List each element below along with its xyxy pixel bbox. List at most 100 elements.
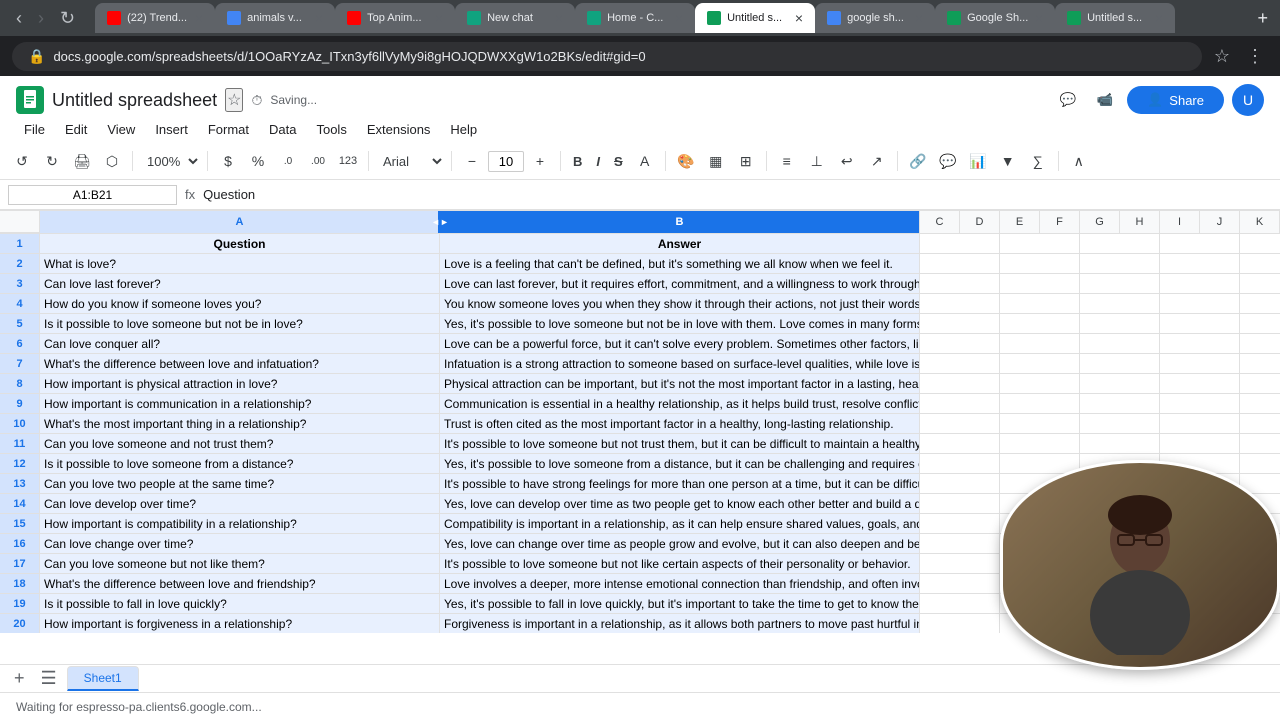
cell-b[interactable]: Love is a feeling that can't be defined,…	[440, 254, 920, 273]
cell-b[interactable]: Compatibility is important in a relation…	[440, 514, 920, 533]
cell-col-g[interactable]	[1240, 454, 1280, 473]
cell-a[interactable]: Can you love someone but not like them?	[40, 554, 440, 573]
cell-a[interactable]: Is it possible to love someone from a di…	[40, 454, 440, 473]
cell-col-g[interactable]	[1240, 294, 1280, 313]
cell-b[interactable]: Yes, love can change over time as people…	[440, 534, 920, 553]
history-button[interactable]: ⏱	[251, 92, 262, 109]
browser-menu-button[interactable]: ⋮	[1242, 42, 1268, 71]
sheet-menu-button[interactable]: ☰	[35, 666, 63, 691]
tab-5[interactable]: Home - C... ×	[575, 3, 695, 33]
menu-insert[interactable]: Insert	[147, 118, 196, 141]
highlight-color-button[interactable]: 🎨	[672, 147, 700, 175]
cell-col-c[interactable]	[920, 614, 1000, 633]
col-header-g[interactable]: G	[1080, 211, 1120, 233]
refresh-button[interactable]: ↻	[56, 6, 79, 31]
back-button[interactable]: ‹	[12, 6, 26, 31]
tab-3-close[interactable]: ×	[435, 10, 443, 26]
cell-a[interactable]: How do you know if someone loves you?	[40, 294, 440, 313]
user-avatar[interactable]: U	[1232, 84, 1264, 116]
sheet-tab-1[interactable]: Sheet1	[67, 666, 139, 691]
cell-col-g[interactable]	[1240, 314, 1280, 333]
cell-col-f[interactable]	[1160, 334, 1240, 353]
row-number[interactable]: 15	[0, 514, 40, 533]
cell-col-e[interactable]	[1080, 414, 1160, 433]
chart-button[interactable]: 📊	[964, 147, 992, 175]
bookmarks-button[interactable]: ☆	[1210, 42, 1234, 71]
cell-col-f[interactable]	[1160, 434, 1240, 453]
font-size-input[interactable]	[488, 151, 524, 172]
row-number[interactable]: 14	[0, 494, 40, 513]
redo-button[interactable]: ↻	[38, 147, 66, 175]
cell-col-e[interactable]	[1080, 334, 1160, 353]
col-header-j[interactable]: J	[1200, 211, 1240, 233]
tab-3[interactable]: Top Anim... ×	[335, 3, 455, 33]
row-number[interactable]: 20	[0, 614, 40, 633]
col-header-c[interactable]: C	[920, 211, 960, 233]
cell-b[interactable]: It's possible to love someone but not tr…	[440, 434, 920, 453]
cell-col-d[interactable]	[1000, 274, 1080, 293]
valign-button[interactable]: ⊥	[803, 147, 831, 175]
functions-button[interactable]: ∑	[1024, 147, 1052, 175]
tab-4[interactable]: New chat ×	[455, 3, 575, 33]
bold-button[interactable]: B	[567, 152, 588, 171]
tab-6[interactable]: Untitled s... ×	[695, 3, 815, 33]
cell-col-d[interactable]	[1000, 434, 1080, 453]
video-button[interactable]: 📹	[1091, 86, 1120, 114]
cell-col-f[interactable]	[1160, 374, 1240, 393]
borders-button[interactable]: ▦	[702, 147, 730, 175]
tab-1[interactable]: (22) Trend... ×	[95, 3, 215, 33]
format-increase-decimal-button[interactable]: .00	[304, 147, 332, 175]
zoom-selector[interactable]: 100%	[139, 151, 201, 172]
cell-col-c[interactable]	[920, 534, 1000, 553]
cell-col-c[interactable]	[920, 334, 1000, 353]
cell-col-c[interactable]	[920, 434, 1000, 453]
tab-2[interactable]: animals v... ×	[215, 3, 335, 33]
menu-file[interactable]: File	[16, 118, 53, 141]
cell-col-f[interactable]	[1160, 234, 1240, 253]
cell-col-d[interactable]	[1000, 314, 1080, 333]
menu-data[interactable]: Data	[261, 118, 304, 141]
align-button[interactable]: ≡	[773, 147, 801, 175]
cell-col-e[interactable]	[1080, 434, 1160, 453]
cell-col-c[interactable]	[920, 574, 1000, 593]
cell-col-f[interactable]	[1160, 274, 1240, 293]
menu-format[interactable]: Format	[200, 118, 257, 141]
cell-col-d[interactable]	[1000, 354, 1080, 373]
cell-col-d[interactable]	[1000, 454, 1080, 473]
tab-6-close[interactable]: ×	[795, 10, 803, 26]
cell-col-e[interactable]	[1080, 274, 1160, 293]
cell-a[interactable]: How important is physical attraction in …	[40, 374, 440, 393]
row-number[interactable]: 3	[0, 274, 40, 293]
new-tab-button[interactable]: +	[1253, 4, 1272, 33]
cell-col-f[interactable]	[1160, 354, 1240, 373]
column-a-header[interactable]: Question	[40, 234, 440, 253]
cell-b[interactable]: Love can last forever, but it requires e…	[440, 274, 920, 293]
row-number[interactable]: 2	[0, 254, 40, 273]
col-header-e[interactable]: E	[1000, 211, 1040, 233]
cell-b[interactable]: Love involves a deeper, more intense emo…	[440, 574, 920, 593]
row-number[interactable]: 13	[0, 474, 40, 493]
cell-col-e[interactable]	[1080, 294, 1160, 313]
row-number[interactable]: 10	[0, 414, 40, 433]
format-123-button[interactable]: 123	[334, 147, 362, 175]
cell-reference-input[interactable]	[8, 185, 177, 205]
cell-col-d[interactable]	[1000, 334, 1080, 353]
tab-7[interactable]: google sh... ×	[815, 3, 935, 33]
cell-col-g[interactable]	[1240, 354, 1280, 373]
cell-b[interactable]: Love can be a powerful force, but it can…	[440, 334, 920, 353]
menu-edit[interactable]: Edit	[57, 118, 95, 141]
text-wrap-button[interactable]: ↩	[833, 147, 861, 175]
row-number[interactable]: 16	[0, 534, 40, 553]
undo-button[interactable]: ↺	[8, 147, 36, 175]
col-header-b[interactable]: B ◄►	[440, 211, 920, 233]
filter-button[interactable]: ▼	[994, 147, 1022, 175]
cell-a[interactable]: Can you love someone and not trust them?	[40, 434, 440, 453]
format-decrease-decimal-button[interactable]: .0	[274, 147, 302, 175]
print-button[interactable]: 🖨	[68, 147, 96, 175]
cell-col-c[interactable]	[920, 314, 1000, 333]
cell-a[interactable]: Is it possible to fall in love quickly?	[40, 594, 440, 613]
menu-tools[interactable]: Tools	[308, 118, 354, 141]
cell-col-f[interactable]	[1160, 394, 1240, 413]
menu-view[interactable]: View	[99, 118, 143, 141]
tab-5-close[interactable]: ×	[675, 10, 683, 26]
